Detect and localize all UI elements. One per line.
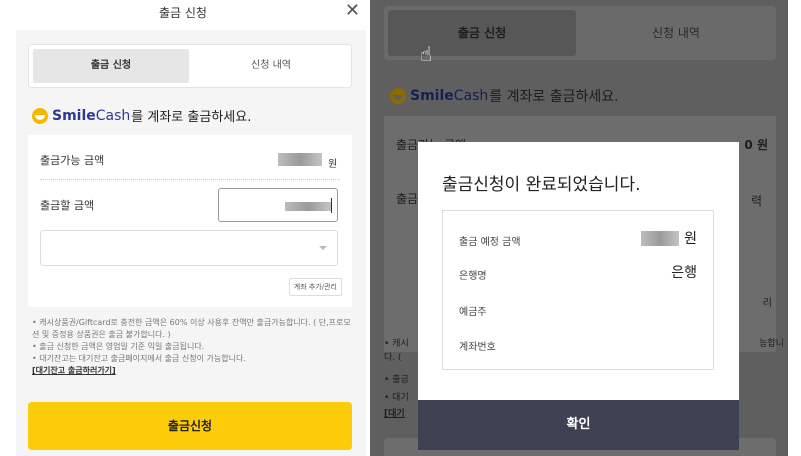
- withdraw-submit-button[interactable]: 출금신청: [28, 402, 352, 450]
- completion-modal: 출금신청이 완료되었습니다. 출금 예정 금액 원 은행명 은행 예금주 계좌번…: [418, 142, 739, 450]
- account-select[interactable]: [40, 230, 338, 266]
- screen: 출금 신청 ✕ 출금 신청 신청 내역 Smile Cash 를 계좌로 출금하…: [0, 0, 801, 456]
- available-amount-unit: 원: [328, 159, 338, 170]
- dimmed-page-panel: 출금 신청 신청 내역 ☝ Smile Cash 를 계좌로 출금하세요. 출금…: [370, 0, 788, 456]
- smilecash-intro-dimmed: Smile Cash 를 계좌로 출금하세요.: [390, 86, 619, 106]
- page-header: 출금 신청 ✕: [0, 0, 366, 30]
- page-title: 출금 신청: [159, 6, 207, 20]
- notice-fragment-dimmed: • 출금: [384, 375, 409, 385]
- tab-request-history[interactable]: 신청 내역: [193, 49, 349, 83]
- withdraw-form-panel: 출금 신청 ✕ 출금 신청 신청 내역 Smile Cash 를 계좌로 출금하…: [0, 0, 366, 456]
- brand-smile: Smile: [410, 88, 454, 104]
- confirm-button[interactable]: 확인: [418, 400, 739, 450]
- pending-link-fragment-dimmed: [대기: [384, 409, 405, 419]
- tab-withdraw-request[interactable]: 출금 신청: [33, 49, 189, 83]
- chevron-down-icon: [319, 246, 327, 250]
- brand-cash: Cash: [453, 88, 489, 104]
- scheduled-amount-value-redacted: [641, 231, 679, 246]
- hand-pointer-cursor-icon: ☝: [420, 42, 433, 66]
- withdraw-amount-value-redacted: [285, 202, 331, 211]
- smilecash-intro: Smile Cash 를 계좌로 출금하세요.: [32, 106, 251, 125]
- available-amount-label: 출금가능 금액: [40, 154, 105, 167]
- notice-item: • 출금 신청한 금액은 영업일 기준 익일 출금됩니다.: [32, 342, 205, 351]
- tab-bar-dimmed: 출금 신청 신청 내역: [384, 6, 776, 60]
- modal-title: 출금신청이 완료되었습니다.: [442, 175, 641, 195]
- brand-cash: Cash: [95, 107, 131, 124]
- smile-coin-icon: [32, 107, 48, 124]
- withdraw-card: 출금가능 금액 원 출금할 금액 계좌 추가/관리: [28, 135, 352, 307]
- brand-smile: Smile: [52, 107, 96, 124]
- available-amount-value-dimmed: 0 원: [744, 138, 768, 152]
- pending-balance-link[interactable]: [대기잔고 출금하러가기]: [32, 365, 356, 377]
- text-cursor: [331, 198, 332, 213]
- notice-item: • 대기잔고는 대기잔고 출금페이지에서 출금 신청이 가능합니다.: [32, 354, 246, 363]
- tab-request-history-dimmed[interactable]: 신청 내역: [580, 10, 772, 56]
- manage-button-fragment-dimmed: 리: [762, 298, 772, 309]
- scheduled-amount-label: 출금 예정 금액: [459, 237, 521, 248]
- notice-fragment-dimmed: • 대기: [384, 393, 409, 403]
- row-divider: [40, 179, 340, 180]
- bank-name-value: 은행: [671, 265, 697, 281]
- close-icon[interactable]: ✕: [345, 0, 360, 22]
- bank-name-label: 은행명: [459, 271, 487, 282]
- account-manage-button[interactable]: 계좌 추가/관리: [288, 278, 342, 296]
- notice-item: • 캐시상품권/Giftcard로 충전한 금액은 60% 이상 사용후 잔액만…: [32, 318, 351, 339]
- withdraw-summary: 출금 예정 금액 원 은행명 은행 예금주 계좌번호: [442, 210, 714, 370]
- withdraw-amount-input[interactable]: [218, 188, 338, 222]
- withdraw-amount-label: 출금할 금액: [40, 199, 95, 212]
- notice-fragment-dimmed: 다. (: [384, 353, 402, 363]
- tab-bar: 출금 신청 신청 내역: [28, 44, 352, 88]
- notice-fragment-dimmed: 능합니: [759, 339, 784, 349]
- account-holder-label: 예금주: [459, 307, 487, 318]
- intro-text: 를 계좌로 출금하세요.: [489, 89, 619, 105]
- smile-coin-icon: [390, 88, 406, 104]
- account-number-label: 계좌번호: [459, 342, 496, 353]
- notice-fragment-dimmed: • 캐시: [384, 339, 409, 349]
- tab-withdraw-request-dimmed[interactable]: 출금 신청: [388, 10, 576, 56]
- scheduled-amount-unit: 원: [684, 231, 697, 247]
- available-amount-value-redacted: [278, 153, 322, 166]
- history-fragment-dimmed: 력: [750, 194, 762, 208]
- notice-list: • 캐시상품권/Giftcard로 충전한 금액은 60% 이상 사용후 잔액만…: [32, 317, 356, 377]
- withdraw-amount-label-dimmed: 출금: [396, 192, 419, 206]
- intro-text: 를 계좌로 출금하세요.: [131, 110, 252, 125]
